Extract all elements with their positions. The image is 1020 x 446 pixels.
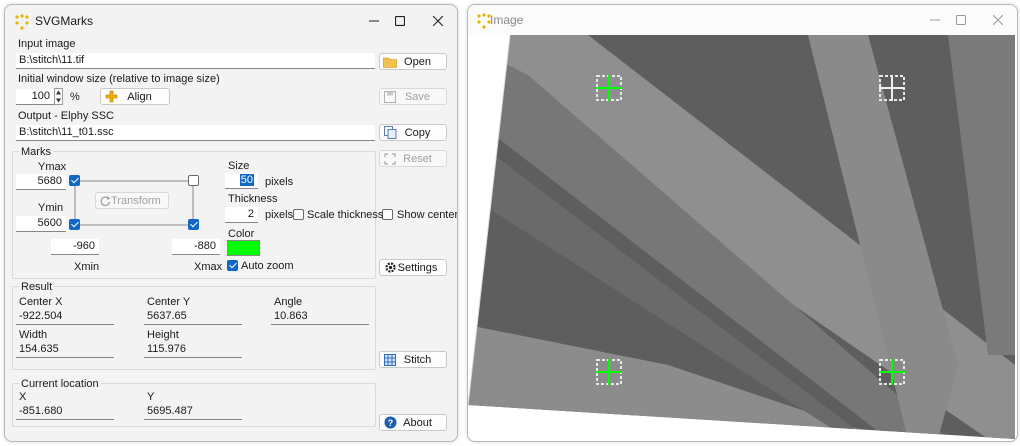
copy-icon bbox=[383, 126, 397, 140]
mark-bottom-right-checkbox[interactable] bbox=[188, 219, 199, 230]
location-x-label: X bbox=[19, 391, 27, 403]
title-bar[interactable]: SVGMarks bbox=[5, 5, 457, 37]
stitch-button-label: Stitch bbox=[403, 353, 432, 366]
mark-top-left-checkbox[interactable] bbox=[69, 175, 80, 186]
settings-button[interactable]: Settings bbox=[379, 259, 447, 276]
reset-button[interactable]: Reset bbox=[379, 150, 447, 167]
input-image-label: Input image bbox=[18, 38, 76, 50]
transform-button[interactable]: Transform bbox=[95, 192, 169, 209]
size-field[interactable]: 50 bbox=[225, 173, 258, 189]
about-button[interactable]: ? About bbox=[379, 414, 447, 431]
about-button-label: About bbox=[403, 416, 432, 429]
width-value: 154.635 bbox=[16, 342, 114, 358]
ymin-label: Ymin bbox=[38, 202, 64, 214]
svg-text:?: ? bbox=[387, 418, 393, 428]
xmax-label: Xmax bbox=[194, 261, 223, 273]
marks-group-label: Marks bbox=[19, 146, 53, 158]
height-value: 115.976 bbox=[144, 342, 242, 358]
image-close-button[interactable] bbox=[975, 5, 1017, 35]
ymin-field[interactable]: 5600 bbox=[16, 216, 66, 232]
height-label: Height bbox=[147, 329, 179, 341]
center-y-value: 5637.65 bbox=[144, 309, 242, 325]
help-icon: ? bbox=[383, 416, 397, 430]
location-x-value: -851.680 bbox=[16, 404, 114, 420]
width-label: Width bbox=[19, 329, 48, 341]
auto-zoom-label: Auto zoom bbox=[241, 260, 294, 272]
reset-button-label: Reset bbox=[403, 152, 432, 165]
show-center-label: Show center bbox=[397, 209, 458, 221]
thickness-field[interactable]: 2 bbox=[225, 207, 258, 223]
window-size-label: Initial window size (relative to image s… bbox=[18, 73, 220, 85]
maximize-icon bbox=[956, 15, 966, 25]
image-window: Image bbox=[467, 4, 1018, 442]
floppy-icon bbox=[383, 90, 397, 104]
settings-button-label: Settings bbox=[397, 261, 438, 274]
xmin-label: Xmin bbox=[74, 261, 100, 273]
maximize-icon bbox=[395, 16, 405, 26]
open-button-label: Open bbox=[404, 55, 431, 68]
window-title: SVGMarks bbox=[35, 14, 94, 28]
size-unit: pixels bbox=[265, 176, 294, 188]
close-icon bbox=[433, 16, 443, 26]
grid-icon bbox=[383, 353, 397, 367]
color-label: Color bbox=[228, 228, 255, 240]
app-icon bbox=[15, 14, 29, 30]
mark-bottom-left-checkbox[interactable] bbox=[69, 219, 80, 230]
svgmarks-window: SVGMarks Input image B:\stitch\11.tif In… bbox=[4, 4, 458, 442]
xmax-field[interactable]: -880 bbox=[172, 239, 220, 255]
auto-zoom-checkbox[interactable] bbox=[227, 260, 238, 271]
scale-thickness-checkbox[interactable] bbox=[293, 209, 304, 220]
input-image-field[interactable]: B:\stitch\11.tif bbox=[16, 53, 375, 69]
thickness-label: Thickness bbox=[228, 193, 278, 205]
location-y-label: Y bbox=[147, 391, 155, 403]
result-group-label: Result bbox=[19, 281, 55, 293]
close-icon bbox=[993, 15, 1003, 25]
center-x-value: -922.504 bbox=[16, 309, 114, 325]
folder-icon bbox=[383, 55, 397, 69]
location-y-value: 5695.487 bbox=[144, 404, 242, 420]
open-button[interactable]: Open bbox=[379, 53, 447, 70]
show-center-checkbox[interactable] bbox=[382, 209, 393, 220]
window-size-spinner[interactable] bbox=[54, 88, 63, 105]
angle-value: 10.863 bbox=[271, 309, 369, 325]
mark-top-right-checkbox[interactable] bbox=[188, 175, 199, 186]
reset-icon bbox=[383, 152, 397, 166]
center-y-label: Center Y bbox=[147, 296, 191, 308]
rotate-icon bbox=[99, 194, 111, 208]
color-swatch[interactable] bbox=[227, 240, 260, 256]
image-window-title: Image bbox=[490, 13, 524, 27]
location-group-label: Current location bbox=[19, 378, 101, 390]
spin-up-icon bbox=[56, 90, 61, 95]
center-x-label: Center X bbox=[19, 296, 63, 308]
ymax-field[interactable]: 5680 bbox=[16, 174, 66, 190]
align-button-label: Align bbox=[127, 90, 152, 103]
window-size-field[interactable]: 100 bbox=[16, 89, 54, 105]
transform-button-label: Transform bbox=[111, 194, 161, 207]
ymax-label: Ymax bbox=[38, 161, 67, 173]
size-label: Size bbox=[228, 160, 250, 172]
angle-label: Angle bbox=[274, 296, 303, 308]
stitch-button[interactable]: Stitch bbox=[379, 351, 447, 368]
thickness-unit: pixels bbox=[265, 209, 294, 221]
scale-thickness-label: Scale thickness bbox=[307, 209, 384, 221]
close-button[interactable] bbox=[415, 5, 457, 37]
output-field[interactable]: B:\stitch\11_t01.ssc bbox=[16, 125, 375, 141]
image-title-bar[interactable]: Image bbox=[468, 5, 1017, 35]
save-button-label: Save bbox=[404, 90, 431, 103]
copy-button-label: Copy bbox=[404, 126, 431, 139]
plus-icon bbox=[104, 90, 118, 104]
align-button[interactable]: Align bbox=[100, 88, 170, 105]
xmin-field[interactable]: -960 bbox=[51, 239, 99, 255]
spin-down-icon bbox=[56, 98, 61, 103]
image-canvas[interactable] bbox=[468, 35, 1015, 439]
size-value: 50 bbox=[239, 174, 254, 186]
percent-label: % bbox=[70, 91, 80, 103]
copy-button[interactable]: Copy bbox=[379, 124, 447, 141]
save-button[interactable]: Save bbox=[379, 88, 447, 105]
output-label: Output - Elphy SSC bbox=[18, 110, 114, 122]
gear-icon bbox=[383, 261, 397, 275]
